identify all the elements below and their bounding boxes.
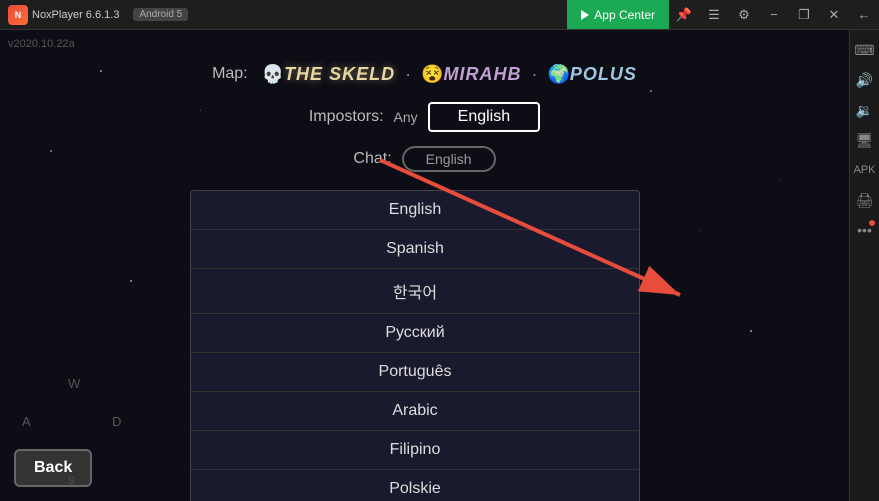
language-dropdown: English Spanish 한국어 Русский Português Ar… (190, 190, 640, 501)
nox-logo-icon: N (8, 5, 28, 25)
apk-icon[interactable]: APK (853, 158, 877, 182)
pin-button[interactable]: 📌 (669, 0, 699, 30)
volume-down-icon[interactable]: 🔉 (853, 98, 877, 122)
mira-skull-icon: 😵 (421, 64, 443, 85)
minimize-button[interactable]: − (759, 0, 789, 30)
key-d: D (112, 414, 121, 429)
volume-up-icon[interactable]: 🔊 (853, 68, 877, 92)
star (750, 330, 752, 332)
dot-separator2: · (532, 64, 538, 85)
restore-button[interactable]: ❐ (789, 0, 819, 30)
print-icon[interactable]: 🖨 (853, 188, 877, 212)
display-icon[interactable]: 🖥 (853, 128, 877, 152)
english-chat-button[interactable]: English (402, 146, 496, 172)
play-icon (581, 10, 589, 20)
dropdown-item-korean[interactable]: 한국어 (191, 269, 639, 314)
star (130, 280, 132, 282)
dropdown-item-filipino[interactable]: Filipino (191, 431, 639, 470)
version-text: v2020.10.22a (8, 38, 75, 50)
map-row: Map: 💀 THE SKELD · 😵 MIRAHB · 🌍 POLUS (212, 60, 637, 88)
settings-button[interactable]: ⚙ (729, 0, 759, 30)
chat-label: Chat: (353, 150, 391, 168)
title-bar: N NoxPlayer 6.6.1.3 Android 5 App Center… (0, 0, 879, 30)
any-badge: Any (394, 109, 418, 125)
impostors-label: Impostors: (309, 108, 384, 126)
window-controls: 📌 ☰ ⚙ − ❐ ✕ ← (669, 0, 879, 29)
nox-logo: N NoxPlayer 6.6.1.3 (0, 5, 127, 25)
menu-button[interactable]: ☰ (699, 0, 729, 30)
mira-text: MIRAHB (444, 64, 522, 85)
english-selected-button[interactable]: English (428, 102, 540, 132)
nox-title: NoxPlayer 6.6.1.3 (32, 9, 119, 21)
game-area: v2020.10.22a Map: 💀 THE SKELD · 😵 MIRAHB… (0, 30, 849, 501)
dropdown-item-english[interactable]: English (191, 191, 639, 230)
map-label: Map: (212, 65, 248, 83)
key-w: W (68, 376, 80, 391)
more-icon[interactable]: ••• (853, 218, 877, 242)
keyboard-icon[interactable]: ⌨ (853, 38, 877, 62)
dropdown-item-arabic[interactable]: Arabic (191, 392, 639, 431)
skeld-text: THE SKELD (284, 64, 395, 85)
skull-icon: 💀 (262, 64, 284, 85)
close-button[interactable]: ✕ (819, 0, 849, 30)
dropdown-item-portuguese[interactable]: Português (191, 353, 639, 392)
star (700, 230, 701, 231)
chat-row: Chat: English (353, 146, 495, 172)
key-s: S (68, 476, 75, 487)
key-a: A (22, 414, 31, 429)
android-badge: Android 5 (133, 8, 188, 21)
dropdown-item-russian[interactable]: Русский (191, 314, 639, 353)
polus-text: POLUS (570, 64, 637, 85)
game-content: Map: 💀 THE SKELD · 😵 MIRAHB · 🌍 POLUS Im… (0, 50, 849, 180)
dot-separator: · (405, 64, 411, 85)
dropdown-item-spanish[interactable]: Spanish (191, 230, 639, 269)
polus-logo: 🌍 POLUS (548, 60, 637, 88)
star (780, 180, 781, 181)
app-center-label: App Center (594, 8, 655, 22)
app-center-button[interactable]: App Center (567, 0, 669, 29)
skeld-logo: 💀 THE SKELD (262, 60, 395, 88)
mira-logo: 😵 MIRAHB (421, 60, 521, 88)
back-nav-button[interactable]: ← (849, 0, 879, 30)
polus-skull-icon: 🌍 (548, 64, 570, 85)
sidebar: ⌨ 🔊 🔉 🖥 APK 🖨 ••• (849, 30, 879, 501)
back-button[interactable]: Back (14, 449, 92, 487)
impostors-row: Impostors: Any English (309, 102, 540, 132)
dropdown-item-polskie[interactable]: Polskie (191, 470, 639, 501)
